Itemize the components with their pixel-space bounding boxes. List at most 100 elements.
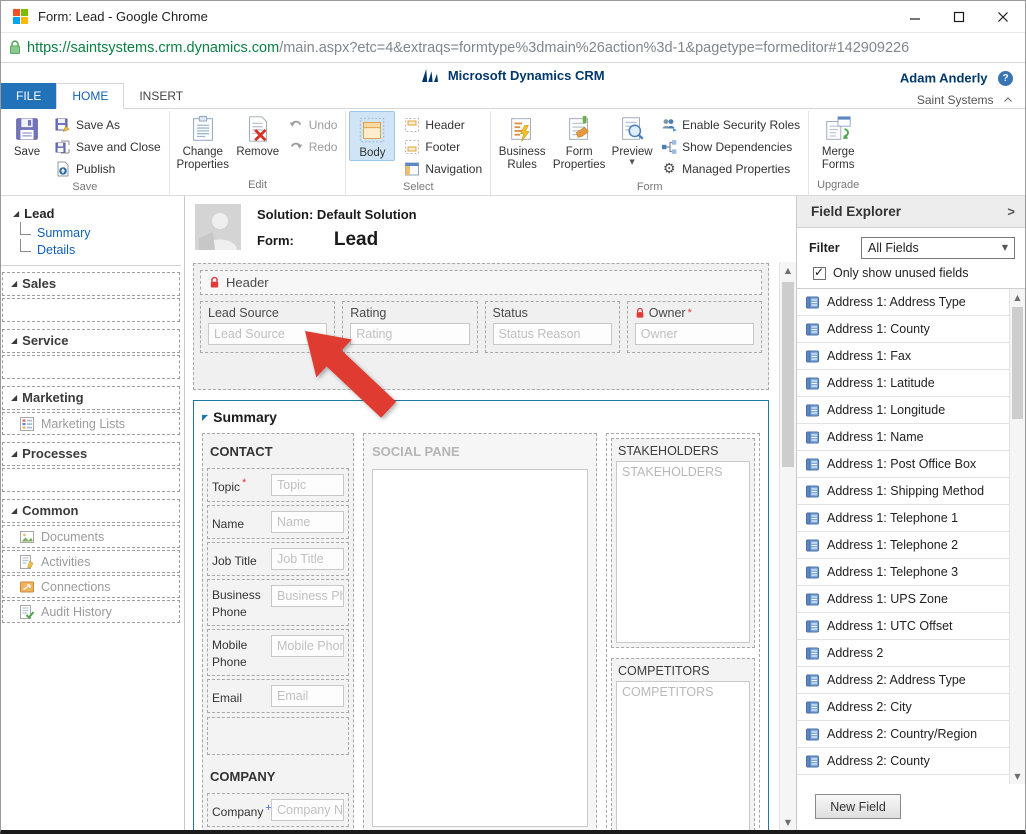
change-properties-button[interactable]: Change Properties <box>173 111 233 171</box>
service-section-body[interactable] <box>2 355 180 379</box>
tab-insert[interactable]: INSERT <box>124 83 198 109</box>
form-field[interactable]: Topic* Topic <box>207 468 349 502</box>
header-button[interactable]: Header <box>399 114 487 136</box>
field-list-item[interactable]: Address 1: UTC Offset <box>797 613 1025 640</box>
save-group-label: Save <box>4 180 166 195</box>
field-list-item[interactable]: Address 1: Fax <box>797 343 1025 370</box>
save-button[interactable]: Save <box>4 111 50 159</box>
org-name[interactable]: Saint Systems <box>917 93 994 107</box>
sidebar-item-activities[interactable]: Activities <box>2 550 180 573</box>
scroll-down-icon[interactable]: ▼ <box>780 814 796 830</box>
minimize-button[interactable] <box>893 1 937 32</box>
sales-section-body[interactable] <box>2 298 180 322</box>
form-field[interactable]: Mobile Phone Mobile Phone <box>207 629 349 676</box>
social-pane-placeholder[interactable] <box>372 469 588 827</box>
maximize-button[interactable] <box>937 1 981 32</box>
marketing-section-header[interactable]: ◢Marketing <box>2 386 180 410</box>
form-header-section[interactable]: Header Lead Source Lead Source <box>193 263 769 390</box>
header-field[interactable]: Lead Source Lead Source <box>200 301 335 353</box>
header-field[interactable]: Owner * Owner <box>627 301 762 353</box>
business-rules-button[interactable]: Business Rules <box>494 111 550 171</box>
form-field[interactable]: Email Email <box>207 679 349 713</box>
tree-root-lead[interactable]: ◢Lead <box>13 206 181 221</box>
field-list-item[interactable]: Address 1: Telephone 3 <box>797 559 1025 586</box>
sales-section-header[interactable]: ◢Sales <box>2 272 180 296</box>
sidebar-item-audit-history[interactable]: Audit History <box>2 600 180 623</box>
undo-button[interactable]: Undo <box>283 114 343 136</box>
field-list-item[interactable]: Address 2 <box>797 640 1025 667</box>
form-field[interactable]: Name Name <box>207 505 349 539</box>
competitors-grid[interactable]: COMPETITORS <box>616 681 750 830</box>
scrollbar-thumb[interactable] <box>1012 307 1023 419</box>
redo-button[interactable]: Redo <box>283 136 343 158</box>
only-unused-checkbox[interactable] <box>813 267 826 280</box>
tree-item-details[interactable]: Details <box>20 240 181 257</box>
lock-icon <box>209 276 220 289</box>
field-list-item[interactable]: Address 1: Address Type <box>797 289 1025 316</box>
tab-home[interactable]: HOME <box>56 83 124 109</box>
form-field[interactable]: Company+ Company Name <box>207 793 349 827</box>
stakeholders-box[interactable]: STAKEHOLDERS STAKEHOLDERS <box>611 438 755 648</box>
header-section-bar[interactable]: Header <box>200 270 762 295</box>
field-list-item[interactable]: Address 1: Post Office Box <box>797 451 1025 478</box>
empty-field-slot[interactable] <box>207 717 349 755</box>
field-list-item[interactable]: Address 2: County <box>797 748 1025 775</box>
enable-security-roles-button[interactable]: Enable Security Roles <box>656 114 805 136</box>
field-list-item[interactable]: Address 1: Telephone 2 <box>797 532 1025 559</box>
service-section-header[interactable]: ◢Service <box>2 329 180 353</box>
stakeholders-grid[interactable]: STAKEHOLDERS <box>616 461 750 643</box>
summary-tab-section[interactable]: ◤Summary CONTACT Topic* Topic <box>193 400 769 830</box>
user-name[interactable]: Adam Anderly <box>900 70 988 85</box>
social-pane-column[interactable]: SOCIAL PANE <box>363 433 597 830</box>
tab-file[interactable]: FILE <box>1 83 56 109</box>
navigation-button[interactable]: Navigation <box>399 158 487 180</box>
body-button[interactable]: Body <box>349 111 395 161</box>
publish-button[interactable]: Publish <box>50 158 166 180</box>
field-list-item[interactable]: Address 2: Address Type <box>797 667 1025 694</box>
sidebar-item-documents[interactable]: Documents <box>2 525 180 548</box>
show-dependencies-button[interactable]: Show Dependencies <box>656 136 805 158</box>
field-list-item[interactable]: Address 1: County <box>797 316 1025 343</box>
form-field[interactable]: Business Phone Business Phone <box>207 579 349 626</box>
field-list-item[interactable]: Address 1: Name <box>797 424 1025 451</box>
scroll-up-icon[interactable]: ▲ <box>780 262 796 278</box>
save-as-button[interactable]: Save As <box>50 114 166 136</box>
sidebar-item-marketing-lists[interactable]: Marketing Lists <box>2 412 180 435</box>
collapse-panel-icon[interactable]: > <box>1007 204 1015 219</box>
sidebar-item-connections[interactable]: Connections <box>2 575 180 598</box>
field-list-scrollbar[interactable]: ▲ ▼ <box>1009 289 1025 784</box>
form-field[interactable]: Job Title Job Title <box>207 542 349 576</box>
close-button[interactable] <box>981 1 1025 32</box>
remove-button[interactable]: Remove <box>233 111 283 159</box>
new-field-button[interactable]: New Field <box>815 794 901 819</box>
merge-forms-button[interactable]: Merge Forms <box>812 111 864 171</box>
managed-properties-button[interactable]: ⚙ Managed Properties <box>656 158 805 180</box>
field-list-item[interactable]: Address 1: Telephone 1 <box>797 505 1025 532</box>
field-list-item[interactable]: Address 1: Shipping Method <box>797 478 1025 505</box>
header-field[interactable]: Status Status Reason <box>485 301 620 353</box>
scrollbar-thumb[interactable] <box>782 282 794 467</box>
field-list-item[interactable]: Address 2: City <box>797 694 1025 721</box>
field-list-item[interactable]: Address 1: Latitude <box>797 370 1025 397</box>
field-list-item[interactable]: Address 1: Longitude <box>797 397 1025 424</box>
audit-history-icon <box>19 604 35 620</box>
header-field[interactable]: Rating Rating <box>342 301 477 353</box>
common-section-header[interactable]: ◢Common <box>2 499 180 523</box>
form-properties-button[interactable]: Form Properties <box>550 111 608 171</box>
canvas-scrollbar[interactable]: ▲ ▼ <box>779 262 796 830</box>
footer-button[interactable]: Footer <box>399 136 487 158</box>
scroll-down-icon[interactable]: ▼ <box>1010 768 1025 784</box>
competitors-box[interactable]: COMPETITORS COMPETITORS <box>611 658 755 830</box>
processes-section-body[interactable] <box>2 468 180 492</box>
preview-button[interactable]: Preview ▼ <box>608 111 656 165</box>
field-list-item[interactable]: Address 1: UPS Zone <box>797 586 1025 613</box>
url-bar[interactable]: https://saintsystems.crm.dynamics.com/ma… <box>1 33 1025 63</box>
save-and-close-button[interactable]: Save and Close <box>50 136 166 158</box>
processes-section-header[interactable]: ◢Processes <box>2 442 180 466</box>
scroll-up-icon[interactable]: ▲ <box>1010 289 1025 305</box>
filter-dropdown[interactable]: All Fields ▼ <box>861 237 1015 259</box>
help-icon[interactable]: ? <box>998 71 1013 86</box>
contact-column[interactable]: CONTACT Topic* Topic Name <box>202 433 354 830</box>
field-list-item[interactable]: Address 2: Country/Region <box>797 721 1025 748</box>
tree-item-summary[interactable]: Summary <box>20 223 181 240</box>
